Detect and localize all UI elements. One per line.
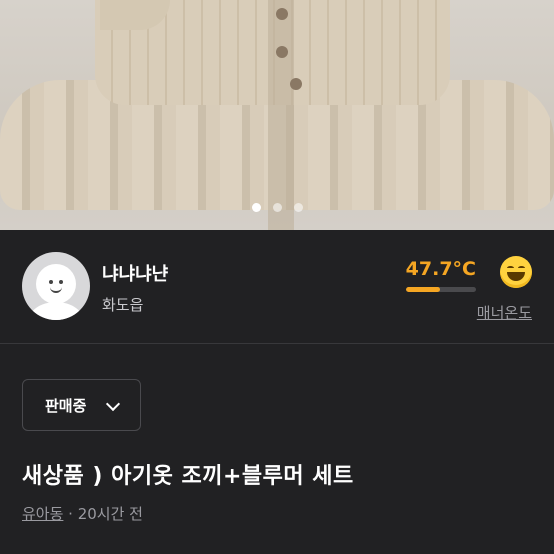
- manner-temperature-bar: [406, 287, 476, 292]
- divider: [0, 343, 554, 344]
- avatar[interactable]: [22, 252, 90, 320]
- product-photo[interactable]: [0, 0, 554, 230]
- chevron-down-icon: [105, 396, 121, 412]
- sale-status-dropdown[interactable]: 판매중: [22, 379, 141, 431]
- emoji-eye: [518, 266, 525, 270]
- avatar-eye: [49, 280, 53, 284]
- vest-button: [276, 46, 288, 58]
- avatar-body: [28, 302, 84, 320]
- vest-button: [290, 78, 302, 90]
- carousel-indicator: [0, 203, 554, 212]
- vest-placket: [268, 0, 294, 230]
- manner-temperature-fill: [406, 287, 440, 292]
- sale-status-label: 판매중: [45, 396, 87, 415]
- emoji-mouth: [507, 272, 525, 281]
- vest-button: [276, 8, 288, 20]
- seller-profile[interactable]: 냐냐냐냔 화도읍 47.7°C 매너온도: [22, 252, 532, 324]
- category-link[interactable]: 유아동: [22, 505, 63, 523]
- manner-temperature-link[interactable]: 매너온도: [477, 302, 532, 323]
- listing-title: 새상품 ) 아기옷 조끼+블루머 세트: [22, 464, 354, 489]
- manner-temperature: 47.7°C: [405, 258, 476, 280]
- emoji-eye: [507, 266, 514, 270]
- carousel-dot[interactable]: [251, 203, 261, 212]
- grinning-face-icon: [500, 256, 532, 288]
- seller-nickname[interactable]: 냐냐냐냔: [102, 260, 168, 286]
- carousel-dot[interactable]: [293, 203, 303, 212]
- seller-location: 화도읍: [102, 296, 144, 314]
- listing-time: 20시간 전: [77, 505, 143, 523]
- listing-meta: 유아동 · 20시간 전: [22, 503, 143, 524]
- avatar-head: [36, 264, 76, 304]
- avatar-eye: [59, 280, 63, 284]
- carousel-dot[interactable]: [272, 203, 282, 212]
- meta-separator: ·: [63, 505, 78, 523]
